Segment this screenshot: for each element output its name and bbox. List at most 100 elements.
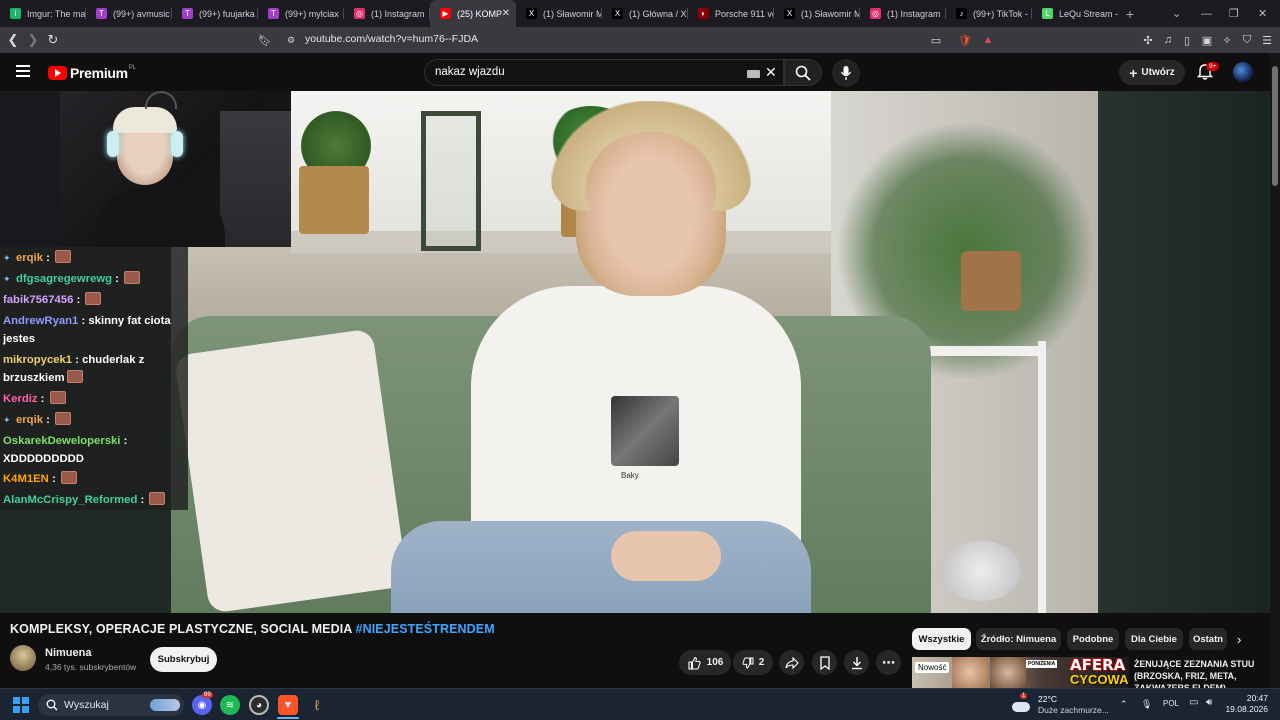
vpn-icon[interactable]: ⛉ xyxy=(1239,32,1255,48)
active-app-indicator xyxy=(277,717,299,719)
clear-search-icon[interactable]: ✕ xyxy=(765,64,777,81)
tab-title: (99+) avmusic xyxy=(113,8,170,19)
language-indicator[interactable]: POL xyxy=(1163,699,1179,708)
sidebar-icon[interactable]: ▯ xyxy=(1179,32,1195,48)
notification-badge: 9+ xyxy=(1206,62,1220,71)
youtube-premium-logo[interactable]: Premium PL xyxy=(48,65,136,81)
cast-icon[interactable]: ▭ xyxy=(928,32,944,48)
chat-badge-icon: ✦ xyxy=(3,274,11,284)
voice-search-button[interactable] xyxy=(832,59,860,87)
tab-title: (25) KOMP xyxy=(457,8,503,19)
windows-start-icon[interactable] xyxy=(13,697,29,713)
tray-overflow-chevron-icon[interactable]: ⌃ xyxy=(1120,699,1128,710)
wallet-icon[interactable]: ▣ xyxy=(1199,32,1215,48)
streamer-hair xyxy=(113,107,177,133)
maximize-icon[interactable]: ❐ xyxy=(1229,0,1239,27)
video-title-hashtag[interactable]: #NIEJESTEŚTRENDEM xyxy=(356,622,495,636)
browser-tab[interactable]: i Imgur: The ma xyxy=(0,0,86,27)
search-button[interactable] xyxy=(784,59,822,86)
share-button[interactable] xyxy=(779,650,804,675)
recommended-video-title[interactable]: ŻENUJĄCE ZEZNANIA STUU (BRZOSKA, FRIZ, M… xyxy=(1134,658,1264,688)
dislike-count: 2 xyxy=(758,657,765,668)
basket-left xyxy=(299,166,369,234)
tab-title: (99+) mylciax xyxy=(285,8,339,19)
jeans xyxy=(391,521,811,613)
browser-tab[interactable]: ◎ (1) Instagram xyxy=(344,0,430,27)
save-button[interactable] xyxy=(812,650,837,675)
url-field[interactable]: youtube.com/watch?v=hum76--FJDA xyxy=(305,33,478,45)
filter-chip[interactable]: Podobne xyxy=(1067,628,1119,650)
microphone-tray-icon[interactable]: 🎙︎ xyxy=(1141,699,1152,710)
back-icon[interactable]: ❮ xyxy=(3,30,23,50)
league-client-icon[interactable]: ℓ xyxy=(307,695,327,715)
discord-icon[interactable]: ◉ xyxy=(192,695,212,715)
bookmark-icon[interactable]: 🔖︎ xyxy=(257,32,273,48)
account-avatar[interactable] xyxy=(1233,62,1253,82)
obs-icon[interactable]: ◕ xyxy=(249,695,269,715)
subscribe-button[interactable]: Subskrybuj xyxy=(150,647,217,672)
clock[interactable]: 20:47 19.08.2026 xyxy=(1220,693,1268,715)
media-icon[interactable]: ♫ xyxy=(1160,32,1176,48)
like-button[interactable]: 106 xyxy=(679,650,731,675)
browser-tab[interactable]: ♪ (99+) TikTok - xyxy=(946,0,1032,27)
brave-shields-icon[interactable]: 🛡︎ xyxy=(957,32,973,48)
brave-rewards-icon[interactable]: ▲ xyxy=(980,32,996,48)
browser-tab[interactable]: T (99+) avmusic xyxy=(86,0,172,27)
extensions-icon[interactable]: ✣ xyxy=(1140,32,1156,48)
forward-icon[interactable]: ❯ xyxy=(23,30,43,50)
browser-tab[interactable]: X (1) Sławomir M xyxy=(774,0,860,27)
download-button[interactable] xyxy=(844,650,869,675)
browser-tab[interactable]: ◎ (1) Instagram xyxy=(860,0,946,27)
taskbar-search-input[interactable]: Wyszukaj xyxy=(38,694,184,716)
leo-ai-icon[interactable]: ✧ xyxy=(1219,32,1235,48)
tab-search-chevron-icon[interactable]: ⌄ xyxy=(1172,0,1181,27)
browser-tab[interactable]: ◐ Porsche 911 ve xyxy=(688,0,774,27)
create-button[interactable]: + Utwórz xyxy=(1119,60,1185,85)
minimize-icon[interactable]: — xyxy=(1201,0,1212,27)
share-icon xyxy=(784,656,799,669)
like-count: 106 xyxy=(706,657,724,668)
chips-next-chevron-icon[interactable]: › xyxy=(1237,632,1241,647)
browser-tab[interactable]: L LeQu Stream - xyxy=(1032,0,1118,27)
browser-tab[interactable]: T (99+) mylciax xyxy=(258,0,344,27)
dislike-button[interactable]: 2 xyxy=(733,650,773,675)
new-tab-button[interactable]: + xyxy=(1118,6,1142,22)
volume-icon[interactable]: 🔊︎ xyxy=(1206,697,1212,708)
spotify-icon[interactable]: ≋ xyxy=(220,695,240,715)
plus-icon: + xyxy=(1129,64,1138,81)
browser-tab[interactable]: ▶ (25) KOMP ✕ xyxy=(430,0,516,27)
tab-title: (1) Instagram xyxy=(887,8,941,19)
tab-favicon-icon: X xyxy=(526,8,537,19)
browser-tab[interactable]: X (1) Sławomir M xyxy=(516,0,602,27)
brave-browser-icon[interactable]: ▼ xyxy=(278,695,298,715)
close-window-icon[interactable]: ✕ xyxy=(1258,0,1267,27)
filter-chip[interactable]: Źródło: Nimuena xyxy=(976,628,1061,650)
filter-chip[interactable]: Wszystkie xyxy=(912,628,971,650)
reload-icon[interactable]: ↻ xyxy=(43,30,63,50)
thumb-face-2 xyxy=(990,657,1026,688)
hamburger-menu-icon[interactable] xyxy=(16,64,32,78)
site-settings-icon[interactable]: ⚙︎ xyxy=(283,32,299,48)
keyboard-icon[interactable] xyxy=(747,70,760,78)
filter-chip[interactable]: Ostatn xyxy=(1189,628,1227,650)
chat-username: K4M1EN xyxy=(3,473,49,485)
close-tab-icon[interactable]: ✕ xyxy=(502,8,510,19)
tab-favicon-icon: ◎ xyxy=(870,8,881,19)
search-input[interactable]: nakaz wjazdu ✕ xyxy=(424,59,784,86)
browser-tab[interactable]: X (1) Główna / X xyxy=(602,0,688,27)
filter-chip[interactable]: Dla Ciebie xyxy=(1125,628,1183,650)
channel-name[interactable]: Nimuena xyxy=(45,647,91,659)
tab-title: Porsche 911 ve xyxy=(715,8,774,19)
network-icon[interactable]: ▭ xyxy=(1189,697,1198,708)
tab-favicon-icon: ◐ xyxy=(698,8,709,19)
video-player[interactable]: Baky ✦ erqik : ✦ dfgsagregewrewg : fabik75… xyxy=(0,91,1270,613)
video-title: KOMPLEKSY, OPERACJE PLASTYCZNE, SOCIAL M… xyxy=(10,622,495,636)
scrollbar-thumb[interactable] xyxy=(1272,66,1278,186)
menu-icon[interactable]: ☰ xyxy=(1259,32,1275,48)
floral-pillow xyxy=(173,328,409,613)
weather-widget[interactable]: 1 22°C Duże zachmurze... xyxy=(1012,693,1109,716)
more-actions-button[interactable]: ⋯ xyxy=(876,650,901,675)
cat-print xyxy=(611,396,679,466)
channel-avatar[interactable] xyxy=(10,645,36,671)
browser-tab[interactable]: T (99+) fuujarka xyxy=(172,0,258,27)
